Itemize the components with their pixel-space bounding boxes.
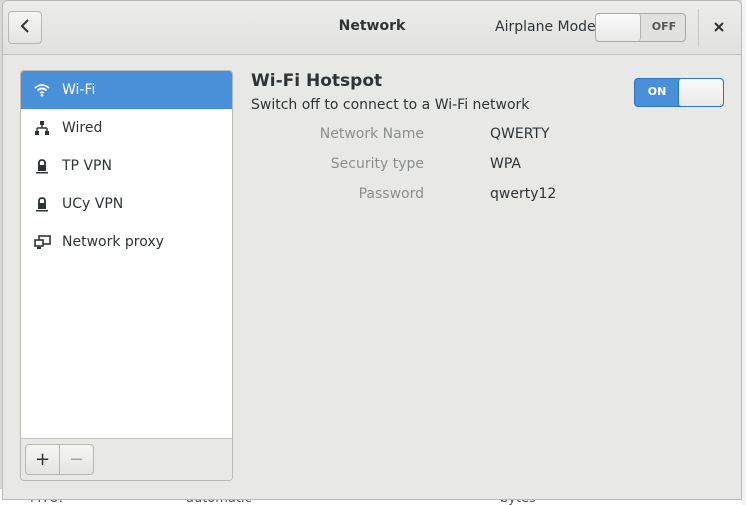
back-button[interactable] <box>8 11 42 44</box>
network-name-row: Network Name QWERTY <box>251 126 711 146</box>
connections-sidebar: Wi-Fi Wired TP VPN UCy VPN Network proxy… <box>20 70 233 481</box>
sidebar-item-ucy-vpn[interactable]: UCy VPN <box>21 185 232 223</box>
close-button[interactable] <box>706 15 732 41</box>
security-type-label: Security type <box>330 156 424 172</box>
switch-knob <box>678 79 723 106</box>
vpn-lock-icon <box>33 157 51 175</box>
sidebar-item-label: Network proxy <box>62 234 164 250</box>
password-label: Password <box>358 186 424 202</box>
wifi-icon <box>33 81 51 99</box>
wired-network-icon <box>33 119 51 137</box>
sidebar-toolbar: + − <box>21 438 232 480</box>
sidebar-item-label: TP VPN <box>62 158 112 174</box>
security-type-value: WPA <box>490 156 521 172</box>
add-connection-button[interactable]: + <box>25 444 60 475</box>
sidebar-item-label: UCy VPN <box>62 196 124 212</box>
background-window-edge <box>742 0 746 505</box>
hotspot-title: Wi-Fi Hotspot <box>251 71 383 91</box>
sidebar-item-network-proxy[interactable]: Network proxy <box>21 223 232 261</box>
chevron-left-icon <box>20 18 30 37</box>
airplane-mode-label: Airplane Mode <box>495 19 596 35</box>
sidebar-item-label: Wi-Fi <box>62 82 96 98</box>
switch-knob <box>596 14 641 41</box>
remove-connection-button[interactable]: − <box>59 444 94 475</box>
sidebar-item-wired[interactable]: Wired <box>21 109 232 147</box>
network-proxy-icon <box>33 233 51 251</box>
hotspot-subtitle: Switch off to connect to a Wi-Fi network <box>251 97 530 113</box>
password-value: qwerty12 <box>490 186 557 202</box>
security-type-row: Security type WPA <box>251 156 711 176</box>
network-dialog: Network Airplane Mode OFF Wi-Fi Wired TP… <box>2 0 742 500</box>
network-name-value: QWERTY <box>490 126 550 142</box>
close-icon <box>714 20 724 36</box>
sidebar-item-tp-vpn[interactable]: TP VPN <box>21 147 232 185</box>
network-name-label: Network Name <box>319 126 424 142</box>
hotspot-switch[interactable]: ON <box>634 78 724 107</box>
sidebar-item-label: Wired <box>62 120 103 136</box>
password-row: Password qwerty12 <box>251 186 711 206</box>
hotspot-switch-state: ON <box>647 85 667 98</box>
sidebar-item-wifi[interactable]: Wi-Fi <box>21 71 232 109</box>
header-bar: Network Airplane Mode OFF <box>3 1 741 55</box>
connections-list: Wi-Fi Wired TP VPN UCy VPN Network proxy <box>21 71 232 261</box>
header-separator <box>698 9 699 47</box>
airplane-mode-switch[interactable]: OFF <box>595 13 686 42</box>
airplane-mode-state: OFF <box>651 20 677 33</box>
vpn-lock-icon <box>33 195 51 213</box>
